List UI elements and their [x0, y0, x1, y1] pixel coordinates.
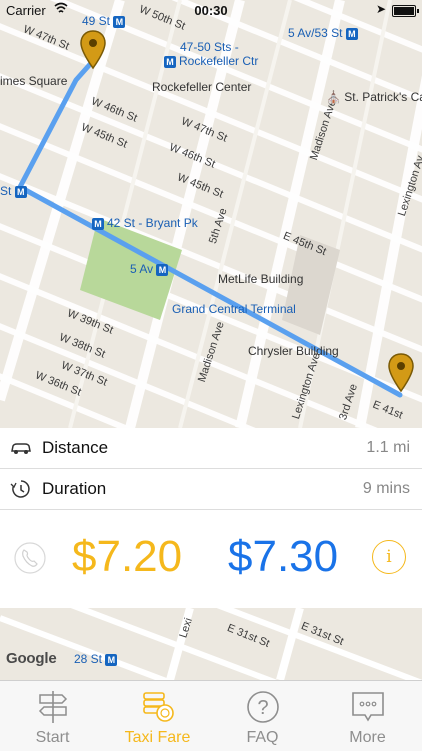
status-time: 00:30 [194, 3, 228, 18]
tab-taxi-fare[interactable]: Taxi Fare [105, 681, 210, 751]
poi-rockefeller[interactable]: Rockefeller Center [152, 80, 251, 94]
poi-chrysler[interactable]: Chrysler Building [248, 344, 339, 358]
subway-icon: M [164, 55, 176, 68]
map-lower-strip[interactable]: Lexi E 31st St E 31st St 28 St M [0, 608, 422, 680]
station-28-st[interactable]: 28 St M [74, 652, 120, 666]
google-logo: Google [6, 650, 57, 667]
tab-label: Taxi Fare [124, 729, 191, 746]
question-icon: ? [247, 691, 279, 723]
station-5av-53[interactable]: 5 Av/53 St M [288, 26, 361, 40]
more-icon [352, 692, 384, 722]
start-pin-icon[interactable] [80, 30, 106, 70]
tab-bar: Start Taxi Fare ? FAQ More [0, 680, 422, 751]
map-lower-canvas [0, 608, 422, 680]
fare-estimate-1: $7.20 [72, 532, 183, 581]
duration-value: 9 mins [362, 480, 410, 497]
tab-faq[interactable]: ? FAQ [210, 681, 315, 751]
end-pin-icon[interactable] [388, 353, 414, 393]
subway-icon: M [156, 263, 169, 276]
tab-more[interactable]: More [315, 681, 420, 751]
route-map[interactable]: W 50th St W 47th St W 46th St W 45th St … [0, 0, 422, 428]
distance-label: Distance [42, 438, 109, 457]
poi-st-patricks[interactable]: ⛪ St. Patrick's Cath [326, 90, 422, 104]
poi-times-square[interactable]: imes Square [0, 74, 67, 88]
poi-metlife[interactable]: MetLife Building [218, 272, 303, 286]
poi-grand-central[interactable]: Grand Central Terminal [172, 302, 296, 316]
subway-icon: M [105, 653, 118, 666]
distance-row: Distance 1.1 mi [0, 428, 422, 468]
tab-label: FAQ [246, 729, 279, 746]
location-arrow-icon: ➤ [375, 2, 386, 16]
station-5-av[interactable]: 5 Av M [130, 262, 171, 276]
duration-row: Duration 9 mins [0, 469, 422, 509]
coins-icon [143, 692, 174, 722]
tab-label: Start [35, 729, 70, 746]
station-47-50[interactable]: 47-50 Sts - [180, 40, 239, 54]
subway-icon: M [14, 185, 27, 198]
station-47-50-line2[interactable]: M Rockefeller Ctr [164, 54, 258, 68]
clock-icon [10, 480, 30, 498]
station-st[interactable]: St M [0, 184, 30, 198]
distance-value: 1.1 mi [366, 439, 410, 456]
car-icon [11, 443, 31, 454]
fare-panel: Distance 1.1 mi Duration 9 mins $7.20 $7… [0, 428, 422, 608]
signpost-icon [38, 691, 68, 723]
station-42-bryant[interactable]: M 42 St - Bryant Pk [92, 216, 198, 230]
info-icon[interactable]: i [372, 540, 406, 574]
phone-icon[interactable] [14, 542, 46, 574]
tab-label: More [349, 729, 386, 746]
fare-estimate-2: $7.30 [228, 532, 339, 581]
subway-icon: M [92, 217, 104, 230]
svg-text:?: ? [257, 697, 268, 719]
subway-icon: M [345, 27, 358, 40]
duration-label: Duration [42, 479, 107, 498]
status-bar: Carrier 00:30 ➤ [0, 0, 422, 20]
divider [0, 509, 422, 510]
tab-start[interactable]: Start [0, 681, 105, 751]
battery-icon [392, 5, 419, 17]
